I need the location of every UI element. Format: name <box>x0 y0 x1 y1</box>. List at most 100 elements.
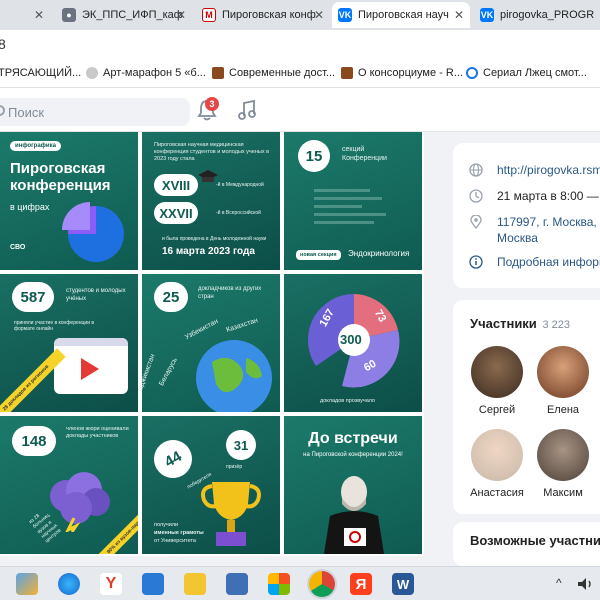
tile-see-you[interactable]: До встречи на Пироговской конференции 20… <box>284 416 422 554</box>
bookmark-icon <box>341 67 353 79</box>
search-input[interactable]: Поиск <box>0 98 190 126</box>
close-icon[interactable]: ✕ <box>176 8 186 22</box>
clock-icon <box>469 189 483 203</box>
see-you-title: До встречи <box>308 430 398 447</box>
member-sergey[interactable]: Сергей <box>467 346 527 416</box>
mail-icon[interactable] <box>142 573 164 595</box>
website-row[interactable]: http://pirogovka.rsmu <box>469 163 600 177</box>
globe-icon <box>469 163 483 177</box>
address-fragment[interactable]: 8 <box>0 36 6 52</box>
close-icon[interactable]: ✕ <box>314 8 324 22</box>
vk-icon: VK <box>480 8 494 22</box>
see-you-subtitle: на Пироговской конференции 2024! <box>303 452 403 458</box>
tile-sections[interactable]: 15 секций Конференции новая секция Эндок… <box>284 132 422 270</box>
vk-icon: VK <box>338 8 352 22</box>
folder-icon[interactable] <box>184 573 206 595</box>
yandex-icon[interactable]: Я <box>350 573 372 595</box>
bookmark-5[interactable]: Сериал Лжец смот... <box>466 67 587 79</box>
address-row[interactable]: 117997, г. Москва, ул Москва <box>469 215 600 246</box>
browser-tab-strip: ✕ ● ЭК_ППС_ИФП_каф ✕ M Пироговская конф … <box>0 0 600 30</box>
bookmark-3[interactable]: Современные дост... <box>212 67 335 79</box>
bookmark-icon <box>86 67 98 79</box>
infographic-badge: инфографика <box>10 141 61 151</box>
speaker-icon[interactable] <box>576 576 594 592</box>
location-pin-icon <box>470 215 482 229</box>
calculator-icon[interactable] <box>226 573 248 595</box>
jury-count: 148 <box>12 426 56 456</box>
trophy-graphic <box>201 482 261 546</box>
details-link[interactable]: Подробная информа <box>497 255 600 269</box>
bookmark-1[interactable]: ТРЯСАЮЩИЙ... <box>0 67 81 79</box>
address-line-1: 117997, г. Москва, ул <box>497 215 600 229</box>
chevron-up-icon[interactable]: ^ <box>556 576 562 590</box>
possible-members-card: Возможные участник <box>453 522 600 566</box>
conference-date: 16 марта 2023 года <box>162 246 255 257</box>
graduation-cap-icon <box>198 170 218 182</box>
play-icon <box>81 358 99 380</box>
bookmark-icon <box>212 67 224 79</box>
members-card: Участники 3 223 Сергей Елена Анастасия М… <box>453 300 600 514</box>
globe-icon: ● <box>62 8 76 22</box>
members-count: 3 223 <box>542 319 570 331</box>
participants-count: 587 <box>12 282 54 312</box>
tile-participants[interactable]: 587 студентов и молодых учёных приняли у… <box>0 274 138 412</box>
website-link[interactable]: http://pirogovka.rsmu <box>497 163 600 177</box>
member-maxim[interactable]: Максим <box>533 429 593 499</box>
avatar <box>537 429 589 481</box>
app-icon[interactable] <box>16 573 38 595</box>
tile-winners[interactable]: 44 31 победителя призёр получили именные… <box>142 416 280 554</box>
possible-members-title[interactable]: Возможные участник <box>470 533 600 548</box>
address-bar-row: 8 <box>0 30 600 60</box>
tile-dates[interactable]: Пироговская научная медицинская конферен… <box>142 132 280 270</box>
globe-graphic <box>196 340 272 412</box>
tab-pirogov-active[interactable]: VK Пироговская науч ✕ <box>332 2 470 28</box>
notification-badge: 3 <box>205 97 219 111</box>
chrome-icon[interactable] <box>309 571 335 597</box>
vk-header: Поиск 3 <box>0 88 600 132</box>
edge-icon[interactable] <box>58 573 80 595</box>
svo-logo: СВО <box>10 244 26 251</box>
tab-pirogovka-program[interactable]: VK pirogovka_PROGR <box>474 2 600 28</box>
close-icon[interactable]: ✕ <box>34 8 44 22</box>
rsmu-logo-icon: M <box>202 8 216 22</box>
tile-subtitle: в цифрах <box>10 202 50 212</box>
tab-pirogov-conf[interactable]: M Пироговская конф ✕ <box>196 2 330 28</box>
yandex-browser-icon[interactable]: Y <box>100 573 122 595</box>
tile-title-text: Пироговская конференция <box>10 160 111 195</box>
members-title: Участники <box>470 316 537 331</box>
member-anastasia[interactable]: Анастасия <box>467 429 527 499</box>
sections-count: 15 <box>298 140 330 172</box>
info-icon <box>469 255 483 269</box>
time-row: 21 марта в 8:00 — 21 <box>469 189 600 203</box>
tile-title[interactable]: инфографика Пироговская конференция в ци… <box>0 132 138 270</box>
bookmarks-bar: ТРЯСАЮЩИЙ... Арт-марафон 5 «б... Совреме… <box>0 60 600 88</box>
new-section-badge: новая секция <box>296 250 341 260</box>
foreign-speakers-count: 25 <box>154 282 188 312</box>
roman-xviii: XVIII <box>154 174 198 196</box>
close-icon[interactable]: ✕ <box>454 8 464 22</box>
tab-first[interactable]: ✕ <box>0 2 50 28</box>
member-elena[interactable]: Елена <box>533 346 593 416</box>
total-reports-value: 300 <box>340 332 362 347</box>
bookmark-2[interactable]: Арт-марафон 5 «б... <box>86 67 206 79</box>
search-icon <box>0 105 5 116</box>
info-card: http://pirogovka.rsmu 21 марта в 8:00 — … <box>453 143 600 288</box>
prize-count: 31 <box>226 430 256 460</box>
avatar <box>537 346 589 398</box>
details-row[interactable]: Подробная информа <box>469 255 600 269</box>
tab-ek-pps[interactable]: ● ЭК_ППС_ИФП_каф ✕ <box>56 2 192 28</box>
music-icon[interactable] <box>236 98 258 122</box>
tile-jury[interactable]: 148 членов жюри оценивали доклады участн… <box>0 416 138 554</box>
address-line-2: Москва <box>497 230 538 245</box>
bookmark-icon <box>466 67 478 79</box>
pie-graphic <box>62 202 124 262</box>
word-icon[interactable]: W <box>392 573 414 595</box>
tile-reports[interactable]: 167 73 60 300 докладов прозвучало <box>284 274 422 412</box>
winners-count: 44 <box>147 433 199 485</box>
roman-xxvii: XXVII <box>154 202 198 224</box>
bookmark-4[interactable]: О консорциуме - R... <box>341 67 463 79</box>
store-icon[interactable] <box>268 573 290 595</box>
members-header[interactable]: Участники 3 223 <box>470 316 570 331</box>
tile-countries[interactable]: 25 докладчиков из других стран Узбекиста… <box>142 274 280 412</box>
avatar <box>471 346 523 398</box>
